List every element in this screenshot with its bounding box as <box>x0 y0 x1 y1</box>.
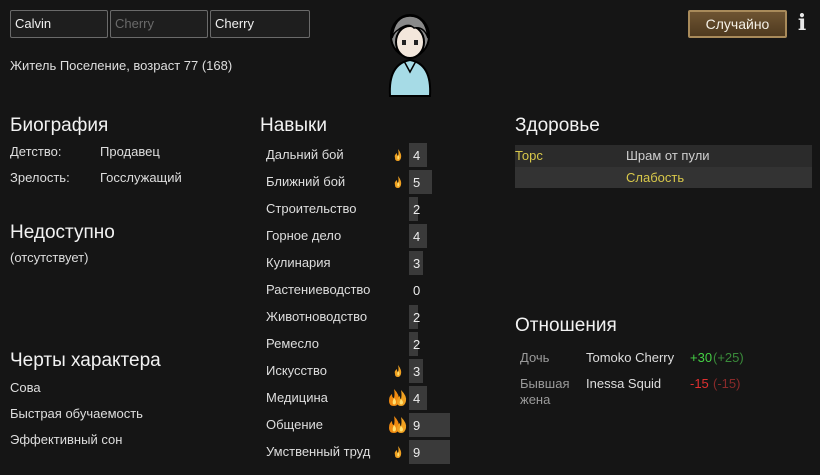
skill-name: Кулинария <box>266 255 331 270</box>
health-title: Здоровье <box>515 115 600 136</box>
health-body-part[interactable]: Торс <box>515 148 543 163</box>
skill-row[interactable]: Растениеводство 0 <box>260 278 460 302</box>
traits-title: Черты характера <box>10 350 161 371</box>
childhood-value[interactable]: Продавец <box>100 144 160 159</box>
minor-passion-icon <box>393 364 403 381</box>
relation-opinion: -15 <box>690 376 709 391</box>
skill-name: Дальний бой <box>266 147 344 162</box>
relation-type: Дочь <box>520 350 550 365</box>
skill-level: 4 <box>413 391 421 406</box>
relation-name[interactable]: Inessa Squid <box>586 376 661 391</box>
skill-name: Горное дело <box>266 228 342 243</box>
biography-title: Биография <box>10 115 109 136</box>
relation-type: Бывшая жена <box>520 376 570 407</box>
relation-opinion: +30 <box>690 350 713 365</box>
skill-row[interactable]: Ближний бой 5 <box>260 170 460 194</box>
skill-row[interactable]: Горное дело 4 <box>260 224 460 248</box>
skill-name: Строительство <box>266 201 357 216</box>
skill-name: Умственный труд <box>266 444 371 459</box>
skill-name: Ближний бой <box>266 174 346 189</box>
skill-row[interactable]: Строительство 2 <box>260 197 460 221</box>
minor-passion-icon <box>393 445 403 462</box>
skill-name: Медицина <box>266 390 328 405</box>
skill-row[interactable]: Кулинария 3 <box>260 251 460 275</box>
major-passion-icon <box>388 414 408 437</box>
skill-level: 9 <box>413 418 421 433</box>
relation-their-opinion: (-15) <box>713 376 741 391</box>
adulthood-label: Зрелость: <box>10 170 70 185</box>
info-icon[interactable]: i <box>794 11 810 35</box>
skill-row[interactable]: Медицина 4 <box>260 386 460 410</box>
trait-item[interactable]: Эффективный сон <box>10 432 122 447</box>
randomize-button[interactable]: Случайно <box>688 10 787 38</box>
skill-row[interactable]: Умственный труд 9 <box>260 440 460 464</box>
incapable-value: (отсутствует) <box>10 250 89 265</box>
incapable-title: Недоступно <box>10 222 115 243</box>
skill-row[interactable]: Животноводство 2 <box>260 305 460 329</box>
skill-level: 2 <box>413 202 421 217</box>
trait-item[interactable]: Быстрая обучаемость <box>10 406 143 421</box>
skill-row[interactable]: Общение 9 <box>260 413 460 437</box>
skill-level: 4 <box>413 148 421 163</box>
minor-passion-icon <box>393 175 403 192</box>
skill-level: 2 <box>413 337 421 352</box>
skill-level: 5 <box>413 175 421 190</box>
trait-item[interactable]: Сова <box>10 380 41 395</box>
skill-row[interactable]: Искусство 3 <box>260 359 460 383</box>
skill-level: 3 <box>413 364 421 379</box>
major-passion-icon <box>388 387 408 410</box>
childhood-label: Детство: <box>10 144 62 159</box>
pawn-subtitle: Житель Поселение, возраст 77 (168) <box>10 58 233 73</box>
skill-level: 4 <box>413 229 421 244</box>
skill-row[interactable]: Ремесло 2 <box>260 332 460 356</box>
adulthood-value[interactable]: Госслужащий <box>100 170 182 185</box>
skill-row[interactable]: Дальний бой 4 <box>260 143 460 167</box>
skill-name: Животноводство <box>266 309 368 324</box>
minor-passion-icon <box>393 148 403 165</box>
skill-name: Общение <box>266 417 324 432</box>
skill-level: 3 <box>413 256 421 271</box>
skill-level: 0 <box>413 283 421 298</box>
last-name-field[interactable]: Cherry <box>210 10 310 38</box>
skill-level: 2 <box>413 310 421 325</box>
skill-name: Искусство <box>266 363 327 378</box>
relations-title: Отношения <box>515 315 617 336</box>
relation-name[interactable]: Tomoko Cherry <box>586 350 674 365</box>
first-name-field[interactable]: Calvin <box>10 10 108 38</box>
pawn-portrait <box>380 8 440 98</box>
health-condition[interactable]: Слабость <box>626 170 684 185</box>
health-condition[interactable]: Шрам от пули <box>626 148 710 163</box>
skill-name: Ремесло <box>266 336 319 351</box>
nickname-field[interactable]: Cherry <box>110 10 208 38</box>
skill-level: 9 <box>413 445 421 460</box>
relation-their-opinion: (+25) <box>713 350 744 365</box>
skill-name: Растениеводство <box>266 282 371 297</box>
skills-title: Навыки <box>260 115 327 136</box>
